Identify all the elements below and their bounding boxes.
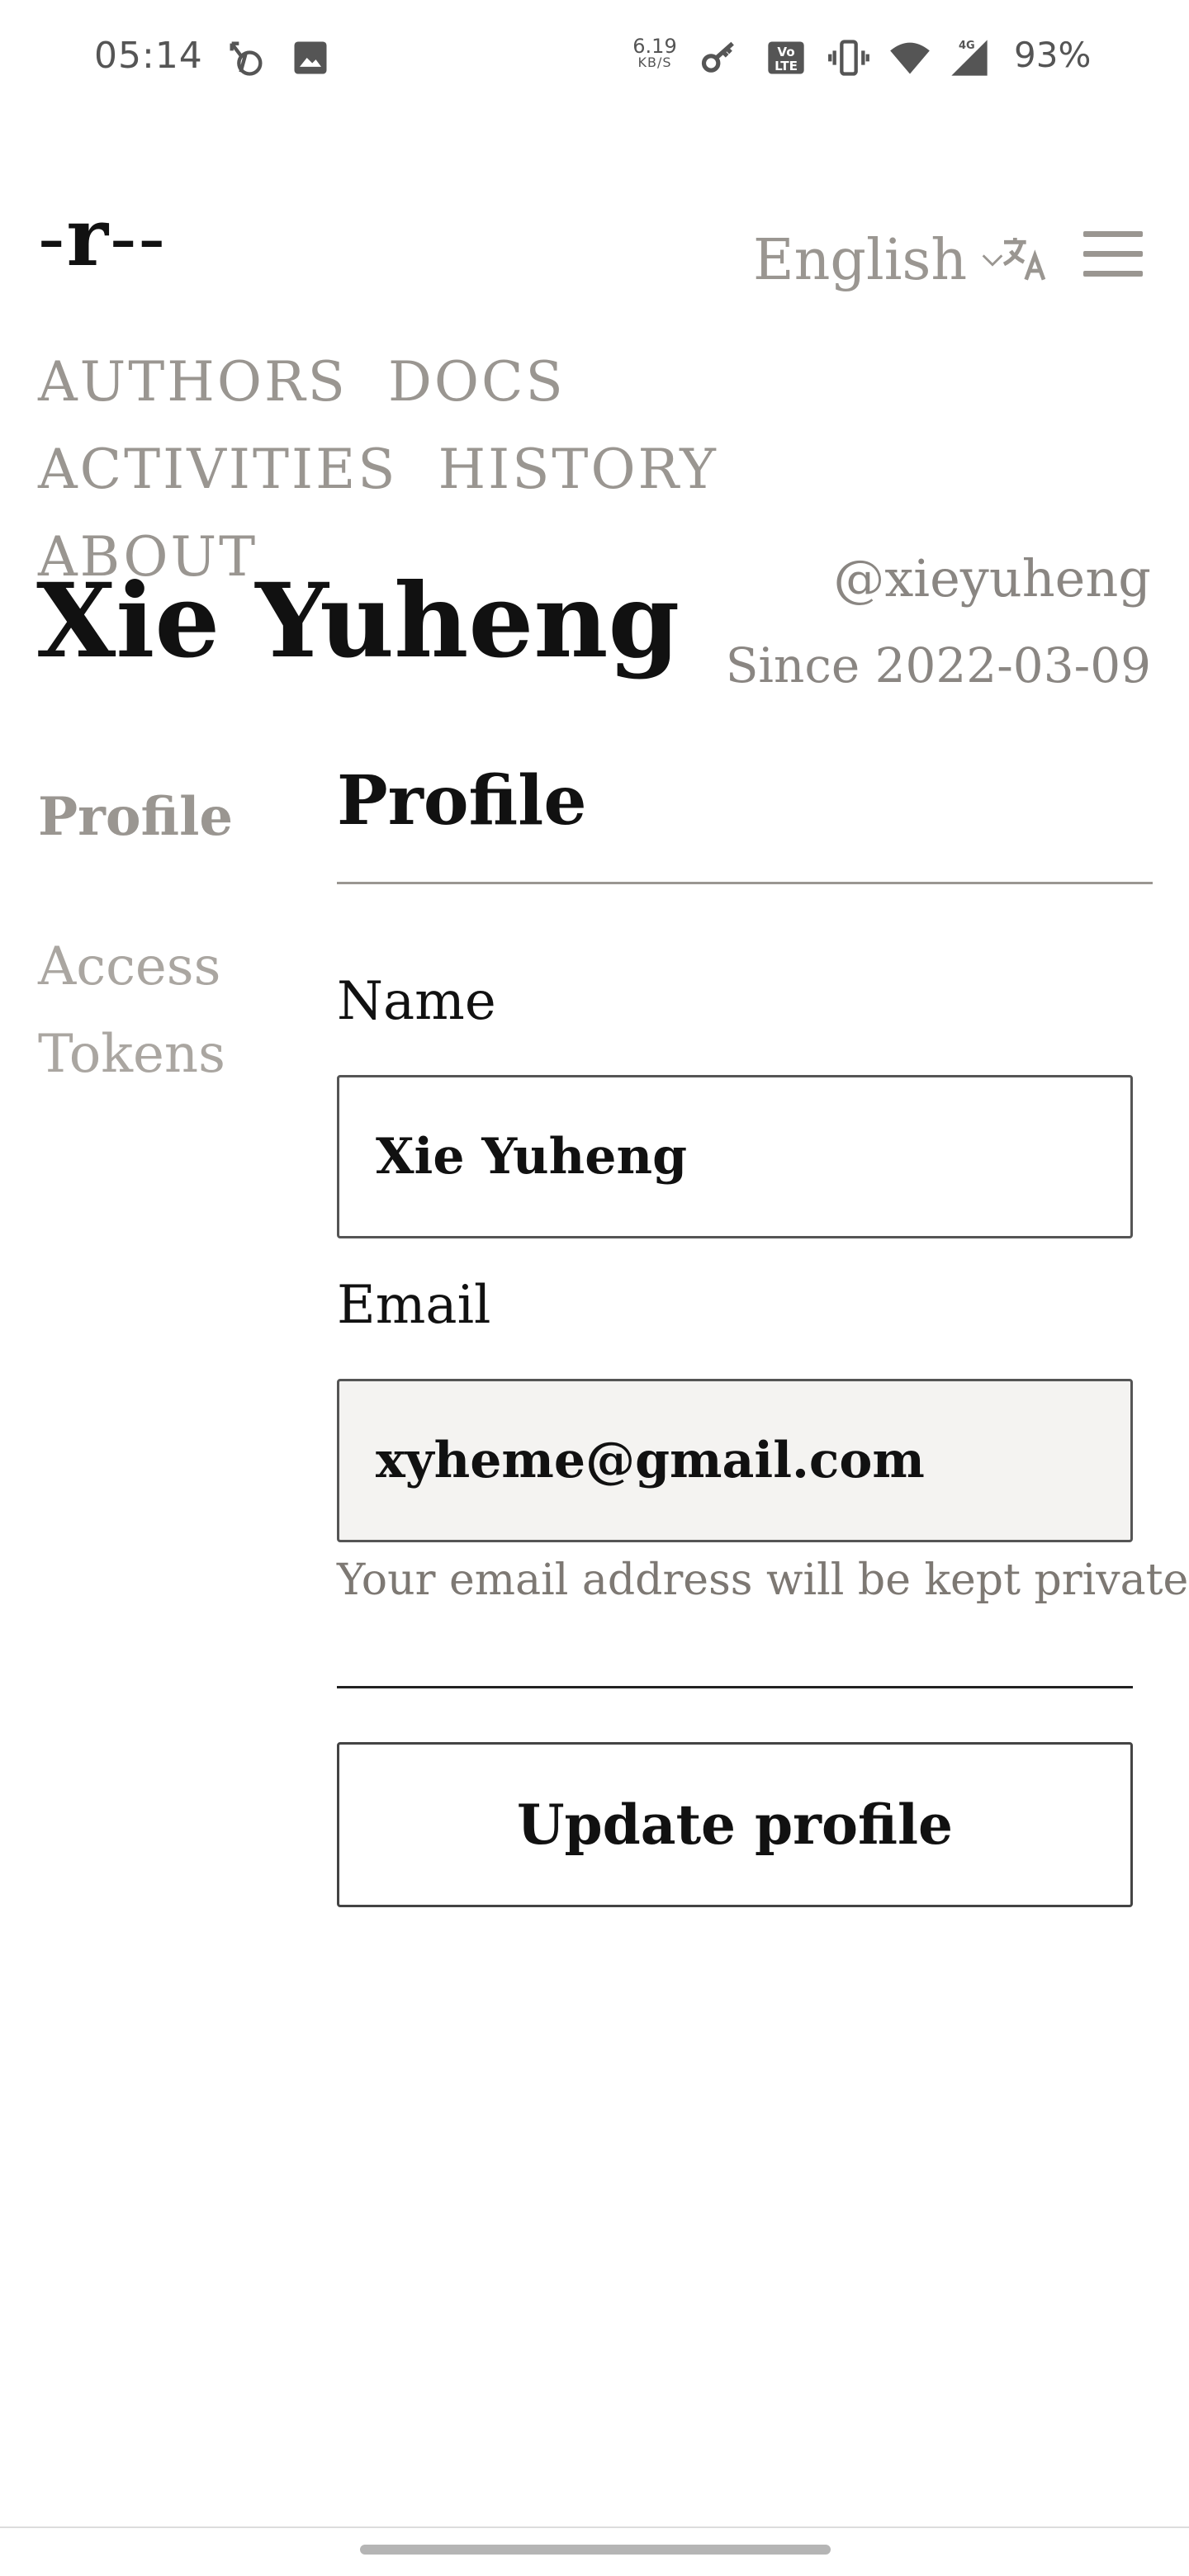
name-input[interactable] bbox=[337, 1075, 1133, 1238]
side-menu-access-tokens[interactable]: Access Tokens bbox=[38, 923, 269, 1098]
email-label: Email bbox=[337, 1275, 491, 1336]
name-label: Name bbox=[337, 971, 496, 1032]
site-logo[interactable]: -r-- bbox=[38, 198, 167, 278]
vpn-key-icon bbox=[701, 41, 734, 73]
volte-icon: Vo LTE bbox=[768, 41, 804, 74]
email-input[interactable] bbox=[337, 1379, 1133, 1542]
section-divider bbox=[337, 882, 1153, 884]
status-time: 05:14 bbox=[94, 35, 203, 77]
vibrate-icon bbox=[828, 40, 869, 76]
language-select[interactable]: English bbox=[753, 223, 1007, 297]
nav-item-activities[interactable]: ACTIVITIES bbox=[38, 426, 397, 514]
side-menu-profile[interactable]: Profile bbox=[38, 786, 233, 848]
author-since-date: Since 2022-03-09 bbox=[725, 637, 1151, 694]
nav-item-authors[interactable]: AUTHORS bbox=[38, 339, 348, 426]
update-profile-button[interactable]: Update profile bbox=[337, 1742, 1133, 1907]
page-title: Xie Yuheng bbox=[36, 561, 680, 681]
home-indicator[interactable] bbox=[360, 2545, 831, 2555]
language-select-value: English bbox=[753, 227, 968, 293]
status-bar: 05:14 6.19 KB/S Vo LTE 4G 93% bbox=[0, 0, 1189, 116]
image-icon bbox=[294, 41, 327, 74]
hamburger-menu-icon[interactable] bbox=[1083, 231, 1143, 284]
nav-item-docs[interactable]: DOCS bbox=[388, 339, 566, 426]
wifi-icon bbox=[890, 42, 930, 74]
signal-4g-icon: 4G bbox=[951, 40, 988, 76]
author-handle: @xieyuheng bbox=[833, 548, 1151, 608]
translate-icon[interactable] bbox=[997, 231, 1050, 284]
svg-text:LTE: LTE bbox=[775, 59, 798, 73]
network-speed: 6.19 KB/S bbox=[632, 35, 677, 70]
svg-text:Vo: Vo bbox=[777, 45, 794, 59]
form-divider bbox=[337, 1686, 1133, 1688]
section-title: Profile bbox=[337, 761, 587, 841]
no-wifi-calling-icon bbox=[230, 41, 263, 76]
nav-item-history[interactable]: HISTORY bbox=[438, 426, 718, 514]
email-help-text: Your email address will be kept private. bbox=[337, 1556, 1189, 1605]
battery-level: 93% bbox=[1014, 35, 1092, 75]
bottom-divider bbox=[0, 2526, 1189, 2528]
svg-text:4G: 4G bbox=[959, 40, 975, 52]
